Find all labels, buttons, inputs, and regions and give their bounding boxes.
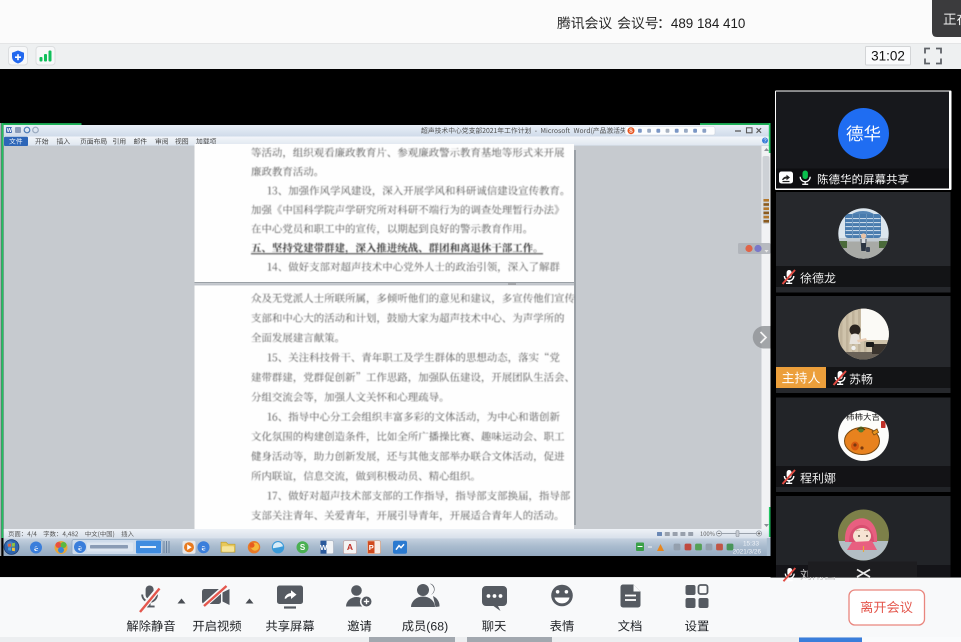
svg-text:2021/3/26: 2021/3/26 bbox=[733, 549, 762, 556]
svg-text:?: ? bbox=[763, 139, 766, 145]
svg-text:P: P bbox=[369, 543, 374, 552]
svg-text:W: W bbox=[320, 543, 328, 552]
svg-text:e: e bbox=[201, 544, 205, 554]
svg-text:S: S bbox=[300, 543, 306, 552]
svg-text:e: e bbox=[78, 543, 82, 553]
svg-text:489 184 410: 489 184 410 bbox=[671, 16, 745, 31]
svg-text:15:33: 15:33 bbox=[743, 541, 759, 548]
svg-text:S: S bbox=[629, 129, 633, 135]
svg-text:W: W bbox=[7, 128, 13, 134]
svg-text:e: e bbox=[34, 544, 38, 554]
svg-text:A: A bbox=[347, 542, 353, 552]
svg-text:(68): (68) bbox=[426, 620, 448, 634]
svg-text:31:02: 31:02 bbox=[871, 49, 905, 64]
